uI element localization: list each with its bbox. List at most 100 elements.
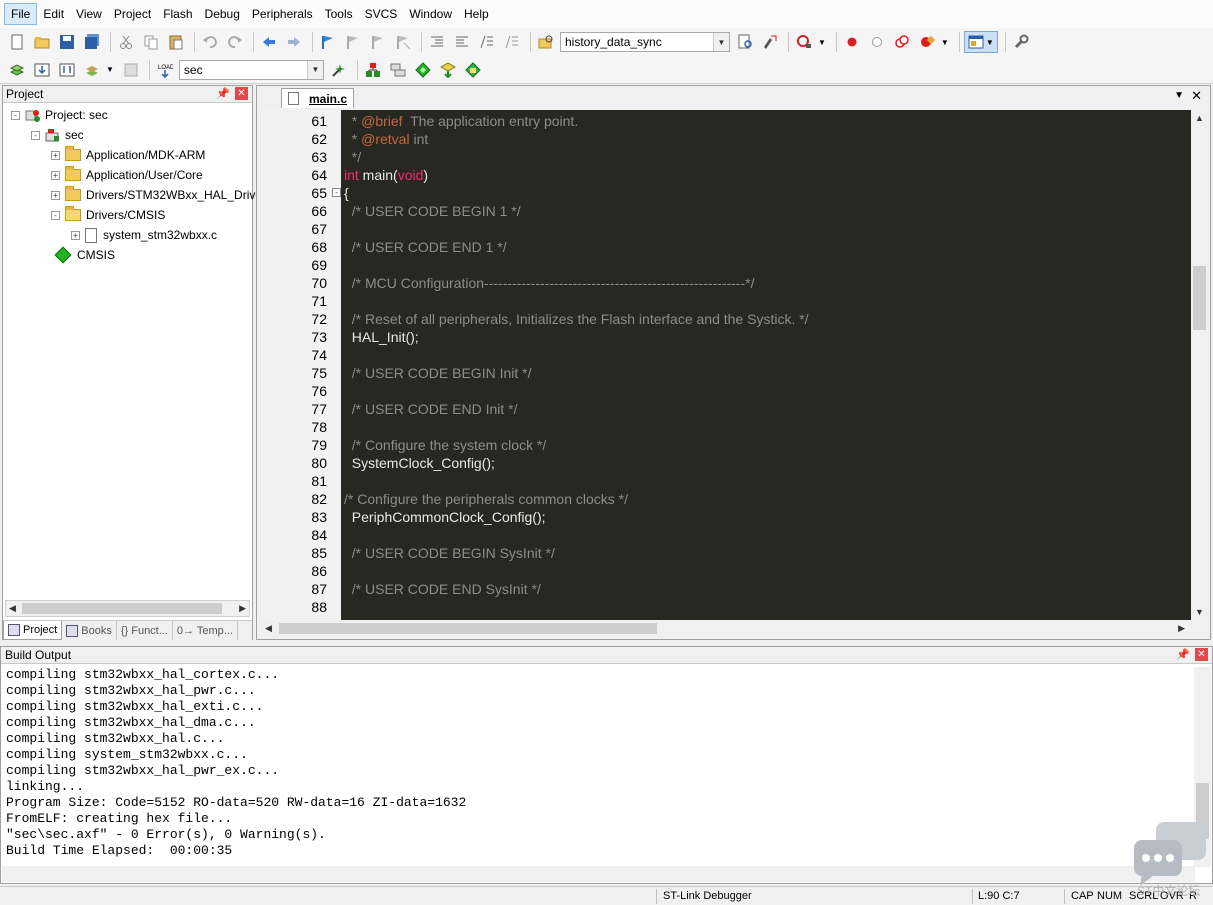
save-button[interactable] <box>56 31 78 53</box>
prev-bookmark-button[interactable] <box>342 31 364 53</box>
cut-button[interactable] <box>115 31 137 53</box>
menu-edit[interactable]: Edit <box>37 4 70 24</box>
uncomment-button[interactable] <box>501 31 523 53</box>
expand-icon[interactable]: + <box>51 150 60 160</box>
collapse-icon[interactable]: - <box>51 210 60 220</box>
find-combo[interactable]: history_data_sync ▼ <box>560 32 730 52</box>
tree-item[interactable]: + Application/MDK-ARM <box>51 145 205 165</box>
pack-installer-icon[interactable] <box>437 59 459 81</box>
tree-item[interactable]: + Drivers/STM32WBxx_HAL_Drive <box>51 185 262 205</box>
chevron-down-icon[interactable]: ▼ <box>306 60 323 79</box>
chevron-down-icon[interactable]: ▼ <box>818 38 826 47</box>
window-layout-button[interactable]: ▼ <box>963 31 998 53</box>
copy-button[interactable] <box>140 31 162 53</box>
enable-breakpoint-button[interactable] <box>866 31 888 53</box>
find-in-files-icon[interactable] <box>535 31 557 53</box>
tree-horizontal-scrollbar[interactable]: ◀ ▶ <box>5 600 250 617</box>
menu-help[interactable]: Help <box>458 4 495 24</box>
stop-build-button[interactable] <box>120 59 142 81</box>
code-editor[interactable]: 61 * @brief The application entry point.… <box>261 110 1191 620</box>
build-button[interactable] <box>31 59 53 81</box>
expand-icon[interactable]: + <box>71 230 80 240</box>
build-output-text[interactable]: compiling stm32wbxx_hal_cortex.c... compi… <box>6 667 466 859</box>
manage-project-items-icon[interactable] <box>362 59 384 81</box>
open-file-button[interactable] <box>31 31 53 53</box>
select-packs-icon[interactable] <box>387 59 409 81</box>
scroll-up-icon[interactable]: ▲ <box>1195 113 1204 123</box>
undo-button[interactable] <box>199 31 221 53</box>
panel-tab-0[interactable]: Project <box>3 621 63 640</box>
new-file-button[interactable] <box>6 31 28 53</box>
collapse-icon[interactable]: - <box>11 110 20 120</box>
chevron-down-icon[interactable]: ▼ <box>713 33 729 51</box>
kill-all-breakpoints-button[interactable] <box>916 31 938 53</box>
tree-item[interactable]: + Application/User/Core <box>51 165 203 185</box>
menu-file[interactable]: File <box>4 3 38 25</box>
unindent-button[interactable] <box>451 31 473 53</box>
pin-icon[interactable]: 📌 <box>216 87 230 100</box>
tree-item[interactable]: - sec <box>31 125 84 145</box>
insert-breakpoint-button[interactable] <box>841 31 863 53</box>
close-icon[interactable]: ✕ <box>235 87 248 100</box>
menu-flash[interactable]: Flash <box>157 4 198 24</box>
menu-debug[interactable]: Debug <box>199 4 246 24</box>
chevron-down-icon[interactable]: ▼ <box>1174 90 1184 101</box>
rebuild-button[interactable] <box>56 59 78 81</box>
chevron-down-icon[interactable]: ▼ <box>106 65 114 74</box>
menu-peripherals[interactable]: Peripherals <box>246 4 319 24</box>
panel-tab-1[interactable]: Books <box>62 621 117 640</box>
clear-bookmarks-button[interactable] <box>392 31 414 53</box>
build-output-horizontal-scrollbar[interactable] <box>2 866 1195 882</box>
editor-vertical-scrollbar[interactable]: ▲ ▼ <box>1191 110 1208 620</box>
incremental-find-button[interactable] <box>759 31 781 53</box>
indent-button[interactable] <box>426 31 448 53</box>
translate-button[interactable] <box>6 59 28 81</box>
bookmark-icon[interactable] <box>317 31 339 53</box>
configure-wrench-icon[interactable] <box>1010 31 1032 53</box>
debug-session-button[interactable] <box>793 31 815 53</box>
scroll-down-icon[interactable]: ▼ <box>1195 607 1204 617</box>
navigate-forward-button[interactable] <box>283 31 305 53</box>
close-icon[interactable]: ✕ <box>1195 648 1208 661</box>
menu-tools[interactable]: Tools <box>319 4 359 24</box>
disable-all-breakpoints-button[interactable] <box>891 31 913 53</box>
paste-button[interactable] <box>165 31 187 53</box>
expand-icon[interactable]: + <box>51 190 60 200</box>
tree-item[interactable]: - Drivers/CMSIS <box>51 205 165 225</box>
tree-item[interactable]: - Project: sec <box>11 105 108 125</box>
menu-project[interactable]: Project <box>108 4 157 24</box>
scrollbar-thumb[interactable] <box>1193 266 1206 330</box>
download-load-icon[interactable]: LOAD <box>154 59 176 81</box>
chevron-down-icon[interactable]: ▼ <box>941 38 949 47</box>
close-icon[interactable]: ✕ <box>1191 88 1202 104</box>
collapse-icon[interactable]: - <box>31 130 40 140</box>
scroll-left-icon[interactable]: ◀ <box>265 623 272 634</box>
pin-icon[interactable]: 📌 <box>1176 648 1190 661</box>
fold-toggle-icon[interactable]: - <box>332 188 341 197</box>
next-bookmark-button[interactable] <box>367 31 389 53</box>
batch-build-button[interactable] <box>81 59 103 81</box>
expand-icon[interactable]: + <box>51 170 60 180</box>
find-button[interactable] <box>734 31 756 53</box>
save-all-button[interactable] <box>81 31 103 53</box>
scroll-right-icon[interactable]: ▶ <box>239 603 246 614</box>
target-options-icon[interactable] <box>328 59 350 81</box>
redo-button[interactable] <box>224 31 246 53</box>
panel-tab-2[interactable]: {} Funct... <box>117 621 173 640</box>
manage-run-time-environment-icon[interactable] <box>412 59 434 81</box>
navigate-back-button[interactable] <box>258 31 280 53</box>
comment-button[interactable] <box>476 31 498 53</box>
menu-view[interactable]: View <box>70 4 108 24</box>
scroll-right-icon[interactable]: ▶ <box>1178 623 1185 634</box>
menu-svcs[interactable]: SVCS <box>359 4 404 24</box>
select-software-packs-icon[interactable] <box>462 59 484 81</box>
target-select[interactable]: sec ▼ <box>178 59 324 80</box>
scrollbar-thumb[interactable] <box>22 603 222 614</box>
tree-item[interactable]: + system_stm32wbxx.c <box>71 225 217 245</box>
scroll-left-icon[interactable]: ◀ <box>9 603 16 614</box>
tab-main-c[interactable]: main.c <box>281 88 355 108</box>
panel-tab-3[interactable]: 0→ Temp... <box>173 621 238 640</box>
editor-horizontal-scrollbar[interactable]: ◀ ▶ <box>261 620 1191 637</box>
tree-item[interactable]: CMSIS <box>51 245 115 265</box>
scrollbar-thumb[interactable] <box>279 623 657 634</box>
